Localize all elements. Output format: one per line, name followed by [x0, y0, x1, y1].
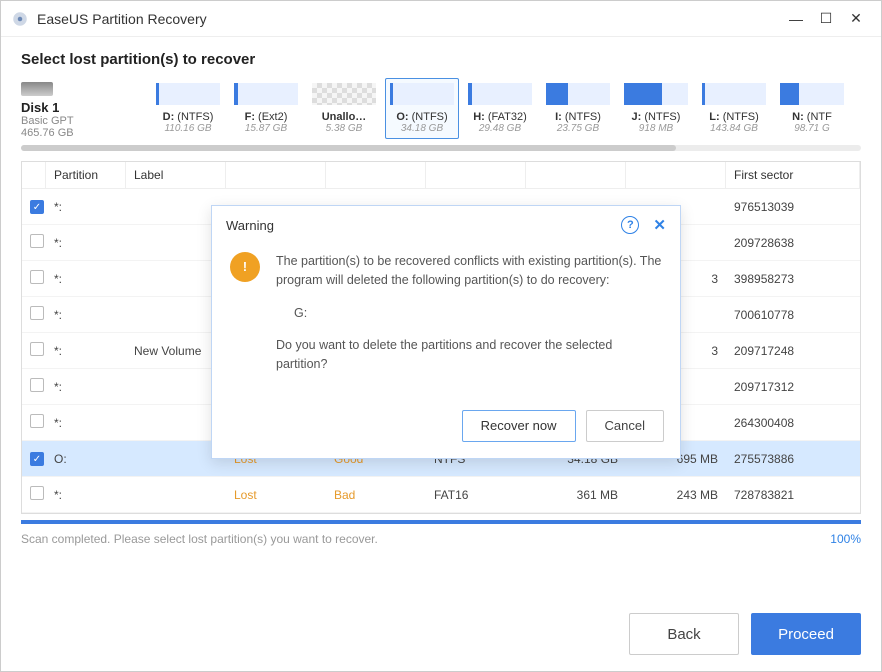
help-icon[interactable]: ?	[621, 216, 639, 234]
th-status[interactable]	[226, 162, 326, 188]
partition-card[interactable]: N: (NTF98.71 G	[775, 78, 849, 139]
table-row[interactable]: *: LostBadFAT16361 MB243 MB728783821	[22, 477, 860, 513]
row-checkbox[interactable]	[30, 414, 44, 428]
partition-card[interactable]: F: (Ext2)15.87 GB	[229, 78, 303, 139]
cell-first-sector: 209728638	[726, 236, 860, 250]
partition-card-label: L: (NTFS)	[709, 111, 759, 123]
cell-partition: *:	[46, 488, 126, 502]
dialog-drive-list: G:	[276, 304, 662, 323]
dialog-message-2: Do you want to delete the partitions and…	[276, 336, 662, 374]
warning-icon: !	[230, 252, 260, 282]
cell-partition: *:	[46, 416, 126, 430]
partition-card-label: O: (NTFS)	[396, 111, 447, 123]
partition-card-size: 34.18 GB	[401, 123, 443, 134]
cell-partition: *:	[46, 344, 126, 358]
status-percent: 100%	[830, 532, 861, 546]
close-button[interactable]: ✕	[841, 7, 871, 31]
partition-card-size: 29.48 GB	[479, 123, 521, 134]
partition-card-label: F: (Ext2)	[245, 111, 288, 123]
cell-partition: *:	[46, 236, 126, 250]
footer: Back Proceed	[629, 613, 861, 655]
disk-icon	[21, 82, 53, 96]
partition-card[interactable]: H: (FAT32)29.48 GB	[463, 78, 537, 139]
disk-info: Disk 1 Basic GPT 465.76 GB	[21, 78, 141, 139]
cell-partition: *:	[46, 200, 126, 214]
cell-used: 243 MB	[626, 488, 726, 502]
cell-status: Lost	[226, 488, 326, 502]
cell-first-sector: 275573886	[726, 452, 860, 466]
cell-first-sector: 976513039	[726, 200, 860, 214]
partition-card-label: I: (NTFS)	[555, 111, 601, 123]
th-filesystem[interactable]	[426, 162, 526, 188]
th-first-sector[interactable]: First sector	[726, 162, 860, 188]
row-checkbox[interactable]	[30, 234, 44, 248]
app-title: EaseUS Partition Recovery	[37, 11, 781, 27]
minimize-button[interactable]: —	[781, 7, 811, 31]
cell-capacity: 361 MB	[526, 488, 626, 502]
row-checkbox[interactable]	[30, 306, 44, 320]
cell-first-sector: 209717312	[726, 380, 860, 394]
partition-card-label: N: (NTF	[792, 111, 832, 123]
partition-card-label: Unallo…	[322, 111, 367, 123]
partition-card[interactable]: Unallo… 5.38 GB	[307, 78, 381, 139]
partition-card-label: D: (NTFS)	[163, 111, 214, 123]
row-checkbox[interactable]	[30, 378, 44, 392]
table-header: Partition Label First sector	[22, 162, 860, 189]
cell-first-sector: 700610778	[726, 308, 860, 322]
page-heading: Select lost partition(s) to recover	[1, 37, 881, 78]
cell-partition: *:	[46, 272, 126, 286]
th-recoverability[interactable]	[326, 162, 426, 188]
disk-strip: Disk 1 Basic GPT 465.76 GB D: (NTFS)110.…	[1, 78, 881, 145]
disk-name: Disk 1	[21, 100, 141, 115]
maximize-button[interactable]: ☐	[811, 7, 841, 31]
titlebar: EaseUS Partition Recovery — ☐ ✕	[1, 1, 881, 37]
th-partition[interactable]: Partition	[46, 162, 126, 188]
partition-card[interactable]: J: (NTFS)918 MB	[619, 78, 693, 139]
app-icon	[11, 10, 29, 28]
cell-recoverability: Bad	[326, 488, 426, 502]
partition-card[interactable]: I: (NTFS)23.75 GB	[541, 78, 615, 139]
cell-first-sector: 398958273	[726, 272, 860, 286]
partition-card-label: H: (FAT32)	[473, 111, 527, 123]
partition-card-size: 110.16 GB	[164, 123, 211, 134]
cell-first-sector: 264300408	[726, 416, 860, 430]
row-checkbox[interactable]	[30, 486, 44, 500]
cell-partition: *:	[46, 308, 126, 322]
status-text: Scan completed. Please select lost parti…	[21, 532, 378, 546]
partition-card[interactable]: D: (NTFS)110.16 GB	[151, 78, 225, 139]
partition-card[interactable]: O: (NTFS)34.18 GB	[385, 78, 459, 139]
cell-partition: O:	[46, 452, 126, 466]
recover-now-button[interactable]: Recover now	[462, 410, 576, 442]
partition-card-size: 23.75 GB	[557, 123, 599, 134]
partition-card[interactable]: L: (NTFS)143.84 GB	[697, 78, 771, 139]
th-capacity[interactable]	[526, 162, 626, 188]
row-checkbox[interactable]	[30, 342, 44, 356]
disk-size: 465.76 GB	[21, 127, 141, 139]
partition-card-size: 143.84 GB	[710, 123, 758, 134]
partition-card-size: 918 MB	[639, 123, 673, 134]
row-checkbox[interactable]: ✓	[30, 200, 44, 214]
cell-partition: *:	[46, 380, 126, 394]
warning-dialog: Warning ? ✕ ! The partition(s) to be rec…	[211, 205, 681, 459]
cancel-button[interactable]: Cancel	[586, 410, 664, 442]
cell-filesystem: FAT16	[426, 488, 526, 502]
dialog-message-1: The partition(s) to be recovered conflic…	[276, 252, 662, 290]
th-used[interactable]	[626, 162, 726, 188]
status-bar: Scan completed. Please select lost parti…	[1, 524, 881, 546]
row-checkbox[interactable]: ✓	[30, 452, 44, 466]
strip-scrollbar[interactable]	[21, 145, 861, 151]
dialog-close-icon[interactable]: ✕	[653, 216, 666, 234]
th-label[interactable]: Label	[126, 162, 226, 188]
partition-card-size: 15.87 GB	[245, 123, 287, 134]
dialog-title: Warning	[226, 218, 274, 233]
cell-first-sector: 209717248	[726, 344, 860, 358]
proceed-button[interactable]: Proceed	[751, 613, 861, 655]
partition-card-size: 5.38 GB	[326, 123, 363, 134]
back-button[interactable]: Back	[629, 613, 739, 655]
partition-card-size: 98.71 G	[794, 123, 830, 134]
row-checkbox[interactable]	[30, 270, 44, 284]
disk-type: Basic GPT	[21, 115, 141, 127]
cell-first-sector: 728783821	[726, 488, 860, 502]
partition-card-label: J: (NTFS)	[632, 111, 681, 123]
